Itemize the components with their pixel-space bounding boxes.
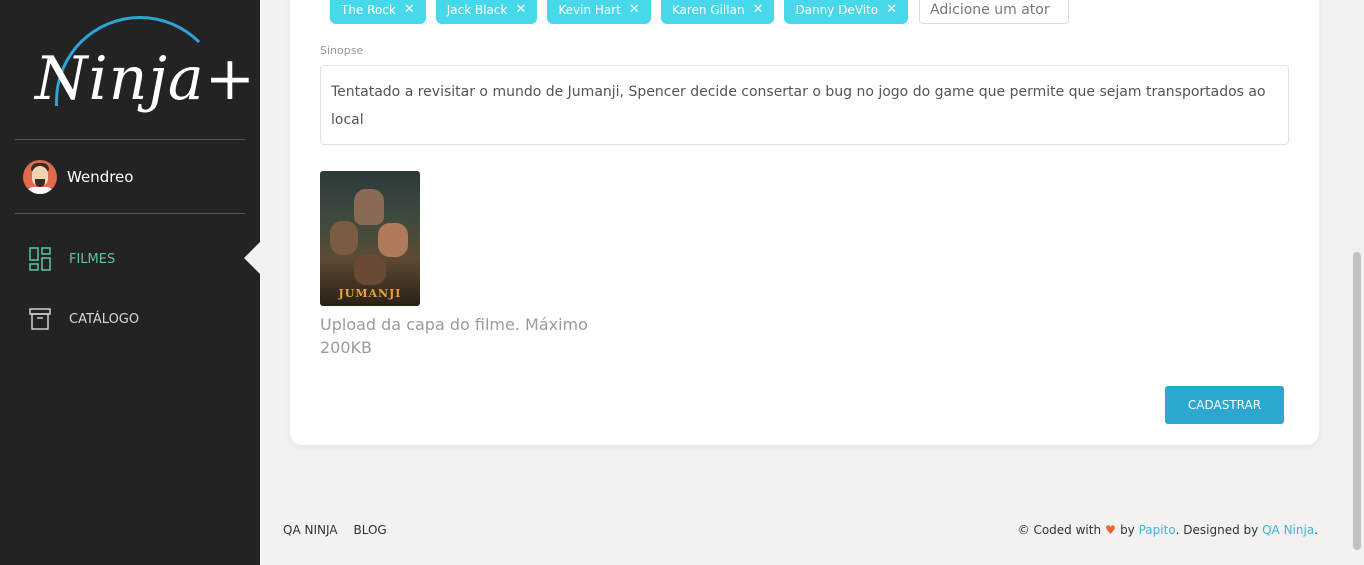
actor-tag-label: Kevin Hart (558, 2, 621, 17)
actor-tag-label: Danny DeVito (795, 2, 879, 17)
actor-tag: Danny DeVito ✕ (784, 0, 909, 24)
page-scrollbar[interactable] (1350, 0, 1364, 565)
poster-preview[interactable]: JUMANJI (320, 171, 420, 306)
remove-tag-icon[interactable]: ✕ (404, 2, 415, 17)
add-actor-input[interactable] (919, 0, 1070, 24)
actor-tags: The Rock ✕ Jack Black ✕ Kevin Hart ✕ Kar… (330, 0, 1070, 24)
footer-credit: © Coded with ♥ by Papito. Designed by QA… (1018, 523, 1318, 537)
footer-link-qa-ninja[interactable]: QA NINJA (283, 523, 338, 537)
sidebar-item-catalogo[interactable]: CATÁLOGO (29, 306, 139, 332)
credit-end: . (1314, 523, 1318, 537)
synopsis-textarea[interactable]: Tentatado a revisitar o mundo de Jumanji… (320, 65, 1289, 145)
user-profile[interactable]: Wendreo (23, 160, 133, 194)
remove-tag-icon[interactable]: ✕ (515, 2, 526, 17)
actor-tag-label: Jack Black (446, 2, 508, 17)
poster-title: JUMANJI (338, 287, 402, 300)
sidebar-item-label: FILMES (69, 251, 116, 267)
remove-tag-icon[interactable]: ✕ (886, 2, 897, 17)
scrollbar-thumb[interactable] (1353, 252, 1361, 550)
actor-tag-label: Karen Gillan (671, 2, 745, 17)
synopsis-label: Sinopse (320, 44, 364, 57)
remove-tag-icon[interactable]: ✕ (629, 2, 640, 17)
ninja-plus-logo[interactable]: Ninja+ (15, 0, 255, 139)
sidebar-divider (15, 139, 245, 140)
actor-tag: Jack Black ✕ (435, 0, 538, 24)
actor-tag: Karen Gillan ✕ (660, 0, 775, 24)
dashboard-grid-icon (29, 247, 51, 271)
heart-icon: ♥ (1105, 522, 1116, 537)
designed-by: . Designed by (1175, 523, 1259, 537)
actor-tag-label: The Rock (341, 2, 396, 17)
active-indicator (244, 242, 260, 274)
sidebar: Ninja+ Wendreo FILMES CATÁLOGO (0, 0, 260, 565)
footer-link-blog[interactable]: BLOG (354, 523, 387, 537)
credit-by: by (1120, 523, 1135, 537)
remove-tag-icon[interactable]: ✕ (753, 2, 764, 17)
avatar (23, 160, 57, 194)
upload-hint: Upload da capa do filme. Máximo 200KB (320, 315, 588, 357)
sidebar-item-filmes[interactable]: FILMES (29, 246, 115, 272)
footer-links: QA NINJA BLOG (283, 523, 403, 537)
logo-text: Ninja+ (35, 44, 256, 114)
author-link[interactable]: Papito (1139, 523, 1176, 537)
cadastrar-button[interactable]: CADASTRAR (1165, 386, 1284, 424)
sidebar-divider (15, 213, 245, 214)
archive-box-icon (29, 308, 51, 330)
actor-tag: The Rock ✕ (330, 0, 426, 24)
credit-prefix: © Coded with (1017, 523, 1102, 537)
designer-link[interactable]: QA Ninja (1262, 523, 1314, 537)
sidebar-item-label: CATÁLOGO (69, 311, 140, 327)
user-name: Wendreo (67, 168, 134, 186)
actor-tag: Kevin Hart ✕ (547, 0, 651, 24)
